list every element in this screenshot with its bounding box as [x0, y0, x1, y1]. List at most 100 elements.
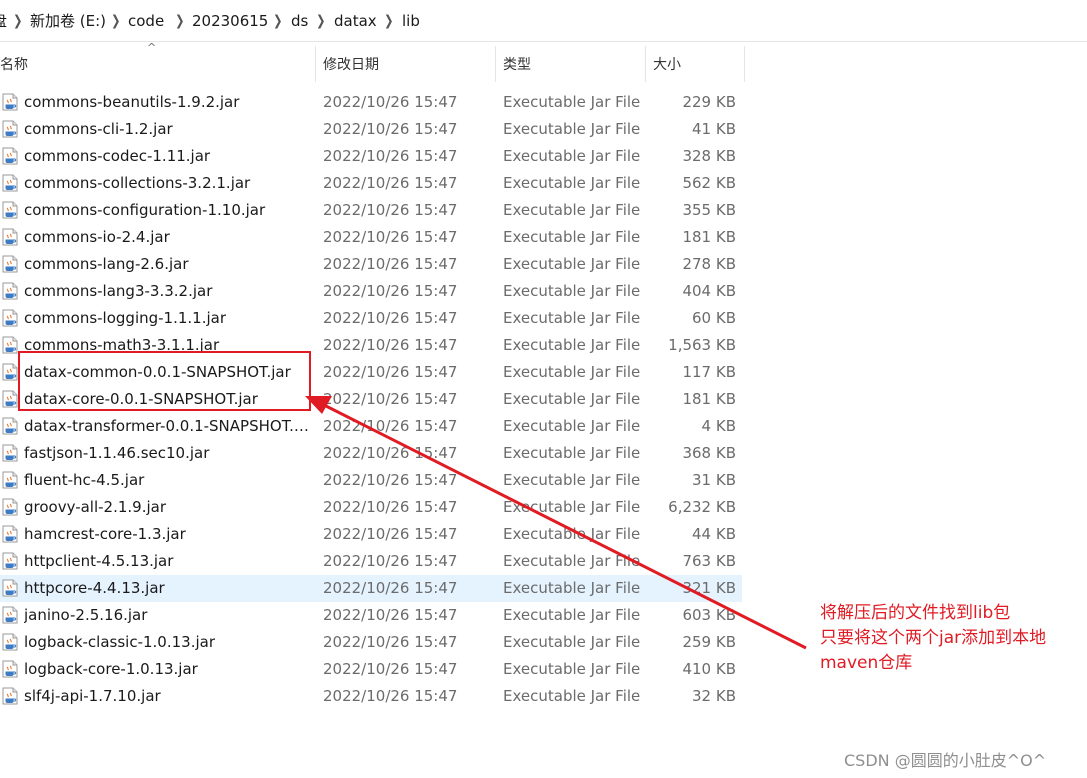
- watermark: CSDN @圆圆的小肚皮^O^: [844, 751, 1047, 770]
- file-row[interactable]: slf4j-api-1.7.10.jar 2022/10/26 15:47 Exec…: [0, 683, 742, 710]
- file-name: commons-codec-1.11.jar: [24, 147, 211, 165]
- file-size: 404 KB: [682, 282, 736, 300]
- file-row[interactable]: commons-lang3-3.3.2.jar 2022/10/26 15:47 E…: [0, 278, 742, 305]
- column-header-size[interactable]: 大小: [653, 52, 681, 78]
- breadcrumb-item-date[interactable]: 20230615: [192, 11, 268, 31]
- file-size: 1,563 KB: [668, 336, 736, 354]
- file-name: commons-cli-1.2.jar: [24, 120, 173, 138]
- jar-file-icon: [2, 471, 18, 489]
- file-size: 44 KB: [692, 525, 736, 543]
- file-name: logback-core-1.0.13.jar: [24, 660, 198, 678]
- column-divider[interactable]: [744, 46, 745, 82]
- file-name: hamcrest-core-1.3.jar: [24, 525, 186, 543]
- file-date: 2022/10/26 15:47: [323, 444, 458, 462]
- file-row[interactable]: commons-io-2.4.jar 2022/10/26 15:47 Execut…: [0, 224, 742, 251]
- file-date: 2022/10/26 15:47: [323, 201, 458, 219]
- file-row[interactable]: logback-core-1.0.13.jar 2022/10/26 15:47 E…: [0, 656, 742, 683]
- column-header-name[interactable]: 名称: [0, 52, 28, 78]
- file-type: Executable Jar File: [503, 660, 641, 678]
- file-type: Executable Jar File: [503, 363, 641, 381]
- file-date: 2022/10/26 15:47: [323, 228, 458, 246]
- file-row[interactable]: fluent-hc-4.5.jar 2022/10/26 15:47 Executa…: [0, 467, 742, 494]
- file-row[interactable]: janino-2.5.16.jar 2022/10/26 15:47 Executa…: [0, 602, 742, 629]
- file-row[interactable]: commons-lang-2.6.jar 2022/10/26 15:47 Exec…: [0, 251, 742, 278]
- breadcrumb-item-code[interactable]: code: [128, 11, 164, 31]
- column-header-date[interactable]: 修改日期: [323, 52, 379, 78]
- file-type: Executable Jar File: [503, 525, 641, 543]
- address-bar[interactable]: 盘 ❯ 新加卷 (E:) ❯ code ❯ 20230615 ❯ ds ❯ da…: [0, 0, 1087, 42]
- column-divider[interactable]: [645, 46, 646, 82]
- file-row[interactable]: groovy-all-2.1.9.jar 2022/10/26 15:47 Exec…: [0, 494, 742, 521]
- file-row[interactable]: commons-beanutils-1.9.2.jar 2022/10/26 15…: [0, 89, 742, 116]
- jar-file-icon: [2, 255, 18, 273]
- breadcrumb-item-ds[interactable]: ds: [291, 11, 308, 31]
- breadcrumb-item-lib[interactable]: lib: [402, 11, 420, 31]
- file-row[interactable]: commons-codec-1.11.jar 2022/10/26 15:47 Ex…: [0, 143, 742, 170]
- file-row[interactable]: hamcrest-core-1.3.jar 2022/10/26 15:47 Exe…: [0, 521, 742, 548]
- jar-file-icon: [2, 147, 18, 165]
- chevron-right-icon[interactable]: ❯: [111, 11, 120, 31]
- chevron-right-icon[interactable]: ❯: [384, 11, 393, 31]
- file-row[interactable]: commons-configuration-1.10.jar 2022/10/26…: [0, 197, 742, 224]
- jar-file-icon: [2, 282, 18, 300]
- file-size: 60 KB: [692, 309, 736, 327]
- file-row[interactable]: commons-cli-1.2.jar 2022/10/26 15:47 Execu…: [0, 116, 742, 143]
- file-date: 2022/10/26 15:47: [323, 579, 458, 597]
- file-size: 181 KB: [682, 228, 736, 246]
- jar-file-icon: [2, 417, 18, 435]
- jar-file-icon: [2, 336, 18, 354]
- chevron-right-icon[interactable]: ❯: [13, 11, 22, 31]
- column-header-type[interactable]: 类型: [503, 52, 531, 78]
- file-date: 2022/10/26 15:47: [323, 417, 458, 435]
- file-name: logback-classic-1.0.13.jar: [24, 633, 215, 651]
- breadcrumb-item-datax[interactable]: datax: [334, 11, 377, 31]
- jar-file-icon: [2, 525, 18, 543]
- file-date: 2022/10/26 15:47: [323, 687, 458, 705]
- file-size: 355 KB: [682, 201, 736, 219]
- file-row[interactable]: fastjson-1.1.46.sec10.jar 2022/10/26 15:4…: [0, 440, 742, 467]
- file-size: 4 KB: [701, 417, 736, 435]
- file-name: httpcore-4.4.13.jar: [24, 579, 165, 597]
- file-name: slf4j-api-1.7.10.jar: [24, 687, 161, 705]
- file-size: 32 KB: [692, 687, 736, 705]
- breadcrumb-item-drive[interactable]: 新加卷 (E:): [30, 11, 106, 31]
- file-date: 2022/10/26 15:47: [323, 363, 458, 381]
- file-type: Executable Jar File: [503, 228, 641, 246]
- jar-file-icon: [2, 498, 18, 516]
- file-size: 603 KB: [682, 606, 736, 624]
- file-size: 278 KB: [682, 255, 736, 273]
- file-row[interactable]: httpcore-4.4.13.jar 2022/10/26 15:47 Execu…: [0, 575, 742, 602]
- highlight-box: [18, 351, 311, 411]
- file-date: 2022/10/26 15:47: [323, 660, 458, 678]
- file-row[interactable]: commons-collections-3.2.1.jar 2022/10/26 …: [0, 170, 742, 197]
- chevron-right-icon[interactable]: ❯: [273, 11, 282, 31]
- file-type: Executable Jar File: [503, 471, 641, 489]
- jar-file-icon: [2, 201, 18, 219]
- file-type: Executable Jar File: [503, 444, 641, 462]
- file-size: 328 KB: [682, 147, 736, 165]
- file-row[interactable]: commons-logging-1.1.1.jar 2022/10/26 15:4…: [0, 305, 742, 332]
- file-size: 6,232 KB: [668, 498, 736, 516]
- file-size: 562 KB: [682, 174, 736, 192]
- chevron-right-icon[interactable]: ❯: [316, 11, 325, 31]
- file-name: commons-lang-2.6.jar: [24, 255, 189, 273]
- annotation-line: maven仓库: [820, 653, 913, 673]
- file-row[interactable]: datax-transformer-0.0.1-SNAPSHOT.j... 202…: [0, 413, 742, 440]
- file-date: 2022/10/26 15:47: [323, 606, 458, 624]
- column-divider[interactable]: [495, 46, 496, 82]
- file-row[interactable]: logback-classic-1.0.13.jar 2022/10/26 15:…: [0, 629, 742, 656]
- file-row[interactable]: httpclient-4.5.13.jar 2022/10/26 15:47 Exe…: [0, 548, 742, 575]
- chevron-right-icon[interactable]: ❯: [175, 11, 184, 31]
- jar-file-icon: [2, 660, 18, 678]
- column-divider[interactable]: [315, 46, 316, 82]
- file-name: commons-configuration-1.10.jar: [24, 201, 266, 219]
- file-date: 2022/10/26 15:47: [323, 498, 458, 516]
- file-size: 181 KB: [682, 390, 736, 408]
- file-size: 117 KB: [682, 363, 736, 381]
- jar-file-icon: [2, 579, 18, 597]
- file-type: Executable Jar File: [503, 120, 641, 138]
- file-type: Executable Jar File: [503, 498, 641, 516]
- file-type: Executable Jar File: [503, 309, 641, 327]
- file-name: httpclient-4.5.13.jar: [24, 552, 174, 570]
- breadcrumb-item-root[interactable]: 盘: [0, 11, 7, 31]
